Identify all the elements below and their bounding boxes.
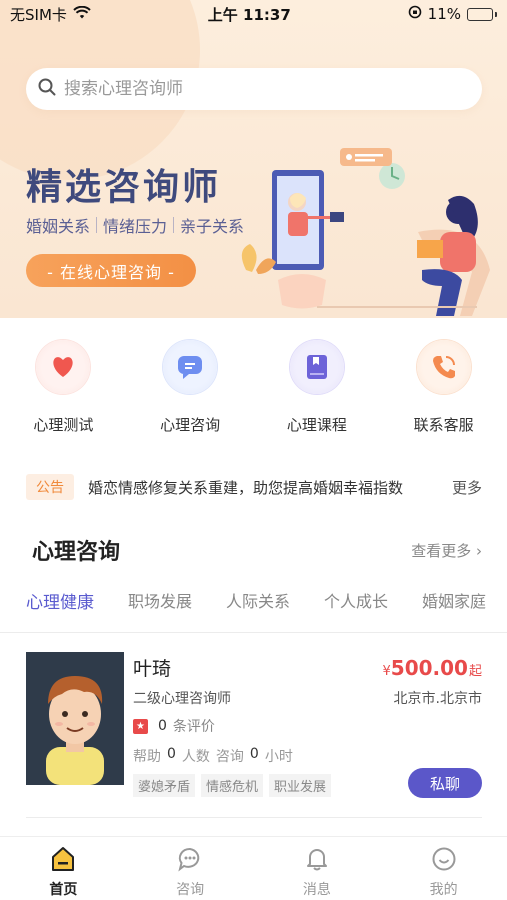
tab-profile[interactable]: 我的 — [380, 837, 507, 900]
battery-icon — [467, 7, 497, 21]
consult-unit: 小时 — [264, 749, 293, 765]
star-icon: ★ — [133, 718, 148, 734]
phone-icon — [416, 340, 471, 394]
tab-career[interactable]: 职场发展 — [128, 588, 192, 613]
tab-label: 首页 — [49, 882, 78, 898]
tab-marriage-family[interactable]: 婚姻家庭 — [422, 588, 486, 613]
announcement-more-link[interactable]: 更多 — [452, 477, 482, 498]
help-label: 帮助 — [133, 749, 161, 765]
help-unit: 人数 — [181, 749, 210, 765]
banner-title: 精选咨询师 — [26, 167, 222, 208]
counselor-city: 北京市.北京市 — [393, 691, 482, 707]
price-unit: 起 — [468, 664, 482, 679]
tab-messages[interactable]: 消息 — [254, 837, 381, 900]
private-chat-button[interactable]: 私聊 — [408, 768, 482, 798]
counselor-avatar — [26, 652, 124, 785]
counselor-card[interactable]: 叶琦 ¥ 500.00 起 二级心理咨询师 北京市.北京市 ★ 0 条评价 帮助… — [26, 652, 482, 802]
rating-count: 0 — [158, 718, 167, 734]
quick-menu: 心理测试 心理咨询 心理课程 联系客服 — [0, 340, 507, 450]
help-count: 0 — [167, 746, 176, 762]
consult-chat-icon — [176, 845, 204, 873]
book-icon — [289, 340, 344, 394]
specialty-tag: 婆媳矛盾 — [133, 774, 196, 797]
banner-tag: 亲子关系 — [180, 217, 245, 236]
announcement-tag: 公告 — [26, 474, 74, 500]
tab-relationships[interactable]: 人际关系 — [226, 588, 290, 613]
tab-personal-growth[interactable]: 个人成长 — [324, 588, 388, 613]
counselor-rating: ★ 0 条评价 — [133, 716, 215, 736]
profile-smile-icon — [430, 845, 458, 873]
counselor-stats: 帮助 0 人数 咨询 0 小时 — [133, 746, 293, 766]
consult-label: 咨询 — [215, 749, 244, 765]
consult-count: 0 — [249, 746, 259, 762]
tab-home[interactable]: 首页 — [0, 837, 127, 900]
announcement-bar: 公告 婚恋情感修复关系重建，助您提高婚姻幸福指数 更多 — [26, 473, 482, 501]
wifi-icon — [73, 5, 91, 23]
status-bar: 无SIM卡 上午 11:37 11% — [0, 0, 507, 28]
tabs-divider — [0, 632, 507, 633]
specialty-tag: 职业发展 — [269, 774, 332, 797]
clock-text: 上午 11:37 — [207, 5, 291, 24]
card-divider — [26, 817, 482, 818]
tag-separator — [96, 217, 98, 233]
price-amount: 500.00 — [390, 656, 468, 680]
counselor-title: 二级心理咨询师 — [133, 691, 231, 707]
tab-label: 消息 — [302, 882, 331, 898]
status-left: 无SIM卡 — [10, 4, 91, 25]
banner-tags: 婚姻关系 情绪压力 亲子关系 — [26, 213, 244, 237]
search-bar[interactable] — [26, 68, 482, 110]
tab-label: 咨询 — [176, 882, 205, 898]
battery-percent: 11% — [427, 5, 461, 23]
online-consult-button[interactable]: - 在线心理咨询 - — [26, 254, 196, 287]
counselor-tags: 婆媳矛盾 情感危机 职业发展 — [133, 774, 332, 797]
carrier-text: 无SIM卡 — [10, 5, 67, 24]
price-currency: ¥ — [382, 664, 391, 679]
search-icon — [38, 78, 56, 100]
rating-label: 条评价 — [172, 719, 215, 735]
menu-item-psych-consult[interactable]: 心理咨询 — [127, 340, 254, 450]
view-more-link[interactable]: 查看更多 › — [411, 540, 482, 561]
banner-tag: 情绪压力 — [103, 217, 168, 236]
menu-item-psych-test[interactable]: 心理测试 — [0, 340, 127, 450]
consult-section-header: 心理咨询 查看更多 › — [24, 530, 482, 568]
chat-bubble-icon — [163, 340, 218, 394]
category-tabs: 心理健康 职场发展 人际关系 个人成长 婚姻家庭 — [26, 588, 486, 613]
heart-icon — [36, 340, 91, 394]
bottom-tab-bar: 首页 咨询 消息 我的 — [0, 836, 507, 900]
orientation-lock-icon — [408, 5, 422, 23]
specialty-tag: 情感危机 — [201, 774, 264, 797]
banner-illustration — [222, 140, 507, 318]
status-right: 11% — [408, 5, 497, 23]
counselor-name: 叶琦 — [133, 658, 172, 680]
banner-tag: 婚姻关系 — [26, 217, 91, 236]
bell-icon — [303, 845, 331, 873]
tab-consult[interactable]: 咨询 — [127, 837, 254, 900]
home-icon — [49, 845, 77, 873]
menu-item-label: 心理测试 — [33, 416, 94, 434]
section-title-text: 心理咨询 — [32, 540, 121, 565]
counselor-price: ¥ 500.00 起 — [383, 656, 482, 680]
announcement-text[interactable]: 婚恋情感修复关系重建，助您提高婚姻幸福指数 — [88, 477, 444, 498]
menu-item-label: 心理课程 — [286, 416, 347, 434]
search-input[interactable] — [64, 79, 470, 99]
menu-item-label: 联系客服 — [413, 416, 474, 434]
menu-item-psych-course[interactable]: 心理课程 — [254, 340, 381, 450]
tag-separator — [173, 217, 175, 233]
tab-label: 我的 — [429, 882, 458, 898]
section-title: 心理咨询 — [24, 530, 121, 566]
menu-item-customer-service[interactable]: 联系客服 — [380, 340, 507, 450]
tab-mental-health[interactable]: 心理健康 — [26, 588, 94, 613]
menu-item-label: 心理咨询 — [160, 416, 221, 434]
